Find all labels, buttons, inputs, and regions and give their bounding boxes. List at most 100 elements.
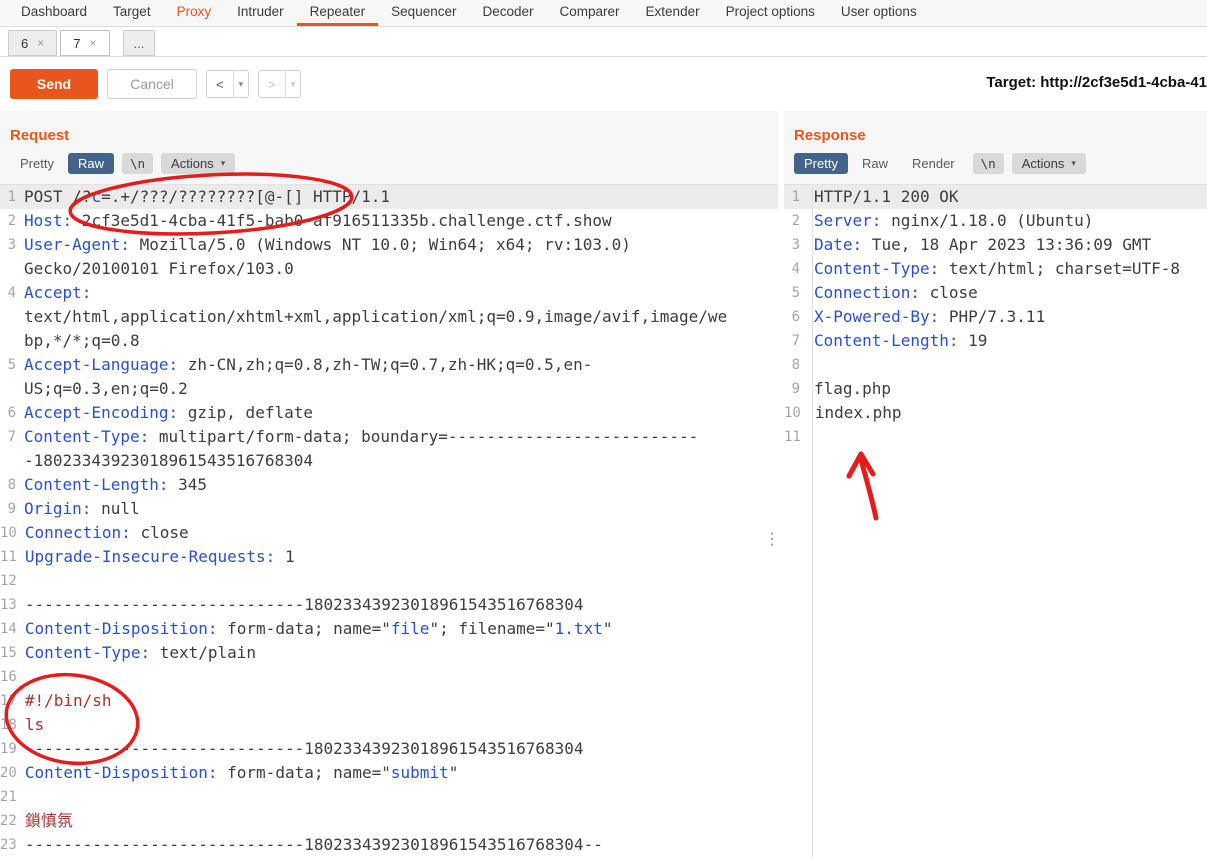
code-line-20: 20 Content-Disposition: form-data; name="… [0, 761, 778, 785]
send-toolbar: Send Cancel < ▾ > ▾ Target: http://2cf3e… [0, 57, 1207, 111]
code-text: Content-Disposition: form-data; name="su… [24, 763, 459, 782]
request-editor[interactable]: 1 POST /?c=.+/???/????????[@-[] HTTP/1.1 2… [0, 184, 778, 858]
request-actions-button[interactable]: Actions ▾ [161, 153, 236, 174]
repeater-tab-7[interactable]: 7 × [60, 30, 110, 56]
menu-item-decoder[interactable]: Decoder [469, 0, 546, 26]
response-tab-raw[interactable]: Raw [852, 153, 898, 174]
repeater-tab-more[interactable]: ... [122, 30, 156, 56]
response-editor[interactable]: 1 HTTP/1.1 200 OK 2 Server: nginx/1.18.0 (U… [784, 184, 1207, 858]
menu-item-repeater[interactable]: Repeater [296, 0, 379, 26]
code-text: Origin: null [24, 499, 140, 518]
response-newline-toggle[interactable]: \n [972, 153, 1004, 174]
code-line-23: 23 -----------------------------180233439… [0, 833, 778, 857]
repeater-tab-row: 6 × 7 × ... [0, 27, 1207, 57]
ellipsis-icon: ... [133, 35, 145, 51]
line-number: 8 [7, 477, 16, 493]
menu-item-proxy[interactable]: Proxy [164, 0, 225, 26]
line-number: 11 [784, 429, 801, 445]
code-line-1: 1 HTTP/1.1 200 OK [784, 185, 1207, 209]
line-number: 1 [7, 189, 16, 205]
line-number: 20 [0, 765, 17, 781]
response-tab-render[interactable]: Render [902, 153, 965, 174]
cancel-button[interactable]: Cancel [107, 69, 197, 99]
tab-label: 7 [73, 35, 81, 51]
caret-down-icon[interactable]: ▾ [286, 71, 301, 97]
code-line-18: 18 ls [0, 713, 778, 737]
line-number: 4 [7, 285, 16, 301]
menu-item-comparer[interactable]: Comparer [547, 0, 633, 26]
menu-item-extender[interactable]: Extender [633, 0, 713, 26]
close-icon[interactable]: × [37, 36, 44, 50]
code-line-19: 19 -----------------------------180233439… [0, 737, 778, 761]
line-number: 14 [0, 621, 17, 637]
code-line-10: 10 index.php [784, 401, 1207, 425]
menu-item-project-options[interactable]: Project options [713, 0, 828, 26]
code-line-15: 15 Content-Type: text/plain [0, 641, 778, 665]
line-number: 15 [0, 645, 17, 661]
line-number: 17 [0, 693, 17, 709]
line-number: 23 [0, 837, 17, 853]
code-line-4: 4 Content-Type: text/html; charset=UTF-8 [784, 257, 1207, 281]
code-text: -----------------------------18023343923… [24, 835, 603, 854]
code-text: Date: Tue, 18 Apr 2023 13:36:09 GMT [814, 235, 1152, 254]
response-actions-button[interactable]: Actions ▾ [1011, 153, 1086, 174]
menu-item-user-options[interactable]: User options [828, 0, 930, 26]
code-text: Content-Type: text/html; charset=UTF-8 [814, 259, 1181, 278]
line-number: 6 [791, 309, 800, 325]
code-text: POST /?c=.+/???/????????[@-[] HTTP/1.1 [24, 187, 391, 206]
line-number: 3 [7, 237, 16, 253]
code-text: Server: nginx/1.18.0 (Ubuntu) [814, 211, 1094, 230]
line-number: 7 [7, 429, 16, 445]
request-tab-raw[interactable]: Raw [67, 153, 114, 174]
editors-area: Request Pretty Raw \n Actions ▾ 1 POST /?… [0, 111, 1207, 858]
line-number: 18 [0, 717, 17, 733]
code-text: -----------------------------18023343923… [24, 739, 584, 758]
code-line-17: 17 #!/bin/sh [0, 689, 778, 713]
splitter-grip-icon[interactable]: ⋮ [764, 529, 780, 549]
code-line-12: 12 [0, 569, 778, 593]
request-view-tabs: Pretty Raw \n Actions ▾ [0, 153, 778, 184]
line-number: 16 [0, 669, 17, 685]
request-tab-pretty[interactable]: Pretty [10, 153, 64, 174]
history-back-button[interactable]: < ▾ [206, 70, 250, 98]
chevron-down-icon: ▾ [220, 158, 226, 168]
menu-item-intruder[interactable]: Intruder [224, 0, 297, 26]
code-line-11: 11 Upgrade-Insecure-Requests: 1 [0, 545, 778, 569]
close-icon[interactable]: × [89, 36, 96, 50]
code-line-22: 22 鎖慎氛 [0, 809, 778, 833]
caret-down-icon[interactable]: ▾ [234, 71, 249, 97]
line-number: 8 [791, 357, 800, 373]
code-line-16: 16 [0, 665, 778, 689]
menu-item-dashboard[interactable]: Dashboard [8, 0, 100, 26]
code-text: Accept-Language: zh-CN,zh;q=0.8,zh-TW;q=… [24, 355, 593, 398]
burp-repeater-window: Dashboard Target Proxy Intruder Repeater… [0, 0, 1207, 860]
code-line-8: 8 [784, 353, 1207, 377]
menu-item-target[interactable]: Target [100, 0, 164, 26]
request-newline-toggle[interactable]: \n [121, 153, 154, 174]
code-text: flag.php [814, 379, 892, 398]
line-number: 2 [791, 213, 800, 229]
line-number: 5 [7, 357, 16, 373]
code-line-4: 4 Accept: text/html,application/xhtml+xml… [0, 281, 778, 353]
line-number: 5 [791, 285, 800, 301]
code-text: Content-Length: 345 [24, 475, 208, 494]
menu-item-sequencer[interactable]: Sequencer [378, 0, 469, 26]
code-text: index.php [814, 403, 902, 422]
line-number: 3 [791, 237, 800, 253]
history-forward-button[interactable]: > ▾ [258, 70, 302, 98]
line-number: 12 [0, 573, 17, 589]
send-button[interactable]: Send [10, 69, 98, 99]
line-number: 9 [791, 381, 800, 397]
code-line-2: 2 Host: 2cf3e5d1-4cba-41f5-bab0-af9165113… [0, 209, 778, 233]
line-number: 21 [0, 789, 17, 805]
code-line-8: 8 Content-Length: 345 [0, 473, 778, 497]
code-text: Content-Length: 19 [814, 331, 988, 350]
code-text: Accept: text/html,application/xhtml+xml,… [24, 283, 728, 350]
response-tab-pretty[interactable]: Pretty [794, 153, 848, 174]
forward-arrow-icon: > [259, 71, 286, 97]
line-number: 11 [0, 549, 17, 565]
line-number: 19 [0, 741, 17, 757]
repeater-tab-6[interactable]: 6 × [8, 30, 58, 56]
code-text: Content-Disposition: form-data; name="fi… [24, 619, 613, 638]
